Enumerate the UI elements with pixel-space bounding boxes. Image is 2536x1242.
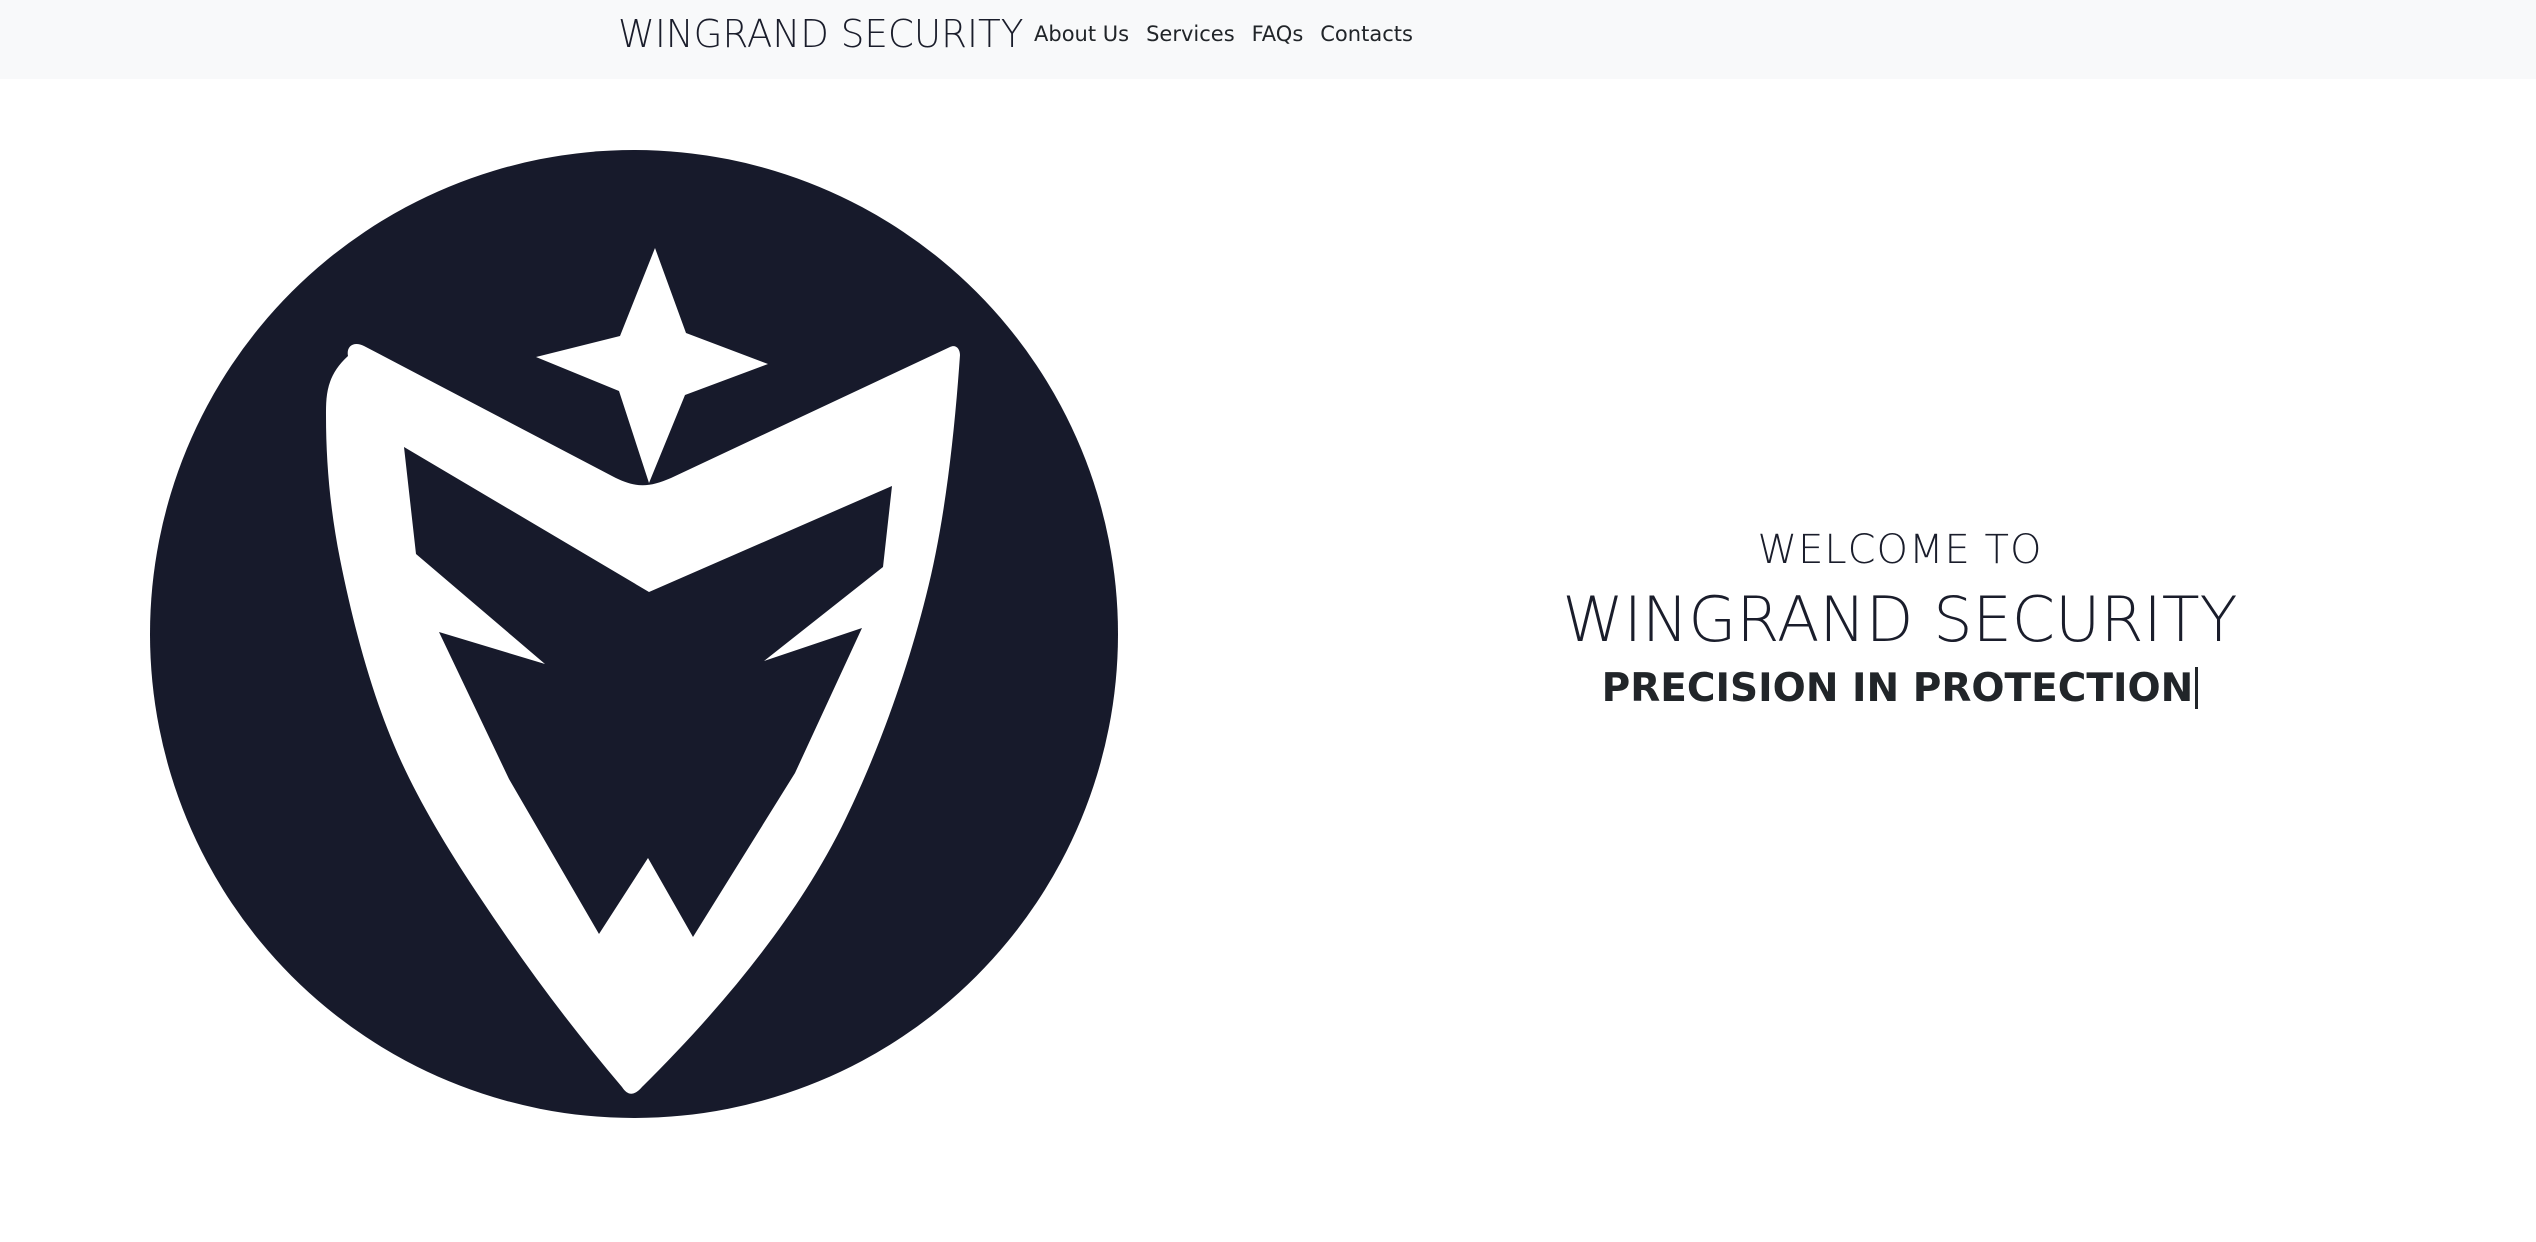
nav-links: About Us Services FAQs Contacts [1034, 22, 1430, 46]
nav-link-contacts[interactable]: Contacts [1320, 22, 1413, 46]
hero-tagline-line: PRECISION IN PROTECTION [1560, 660, 2240, 718]
nav-link-about-us[interactable]: About Us [1034, 22, 1129, 46]
shield-wing-star-logo-icon [150, 150, 1118, 1118]
navbar: WINGRAND SECURITY About Us Services FAQs… [0, 0, 2536, 79]
typing-caret [2195, 667, 2199, 709]
logo [150, 141, 1118, 1127]
brand-link[interactable]: WINGRAND SECURITY [618, 12, 1024, 56]
hero-title: WINGRAND SECURITY [1562, 583, 2238, 656]
nav-link-services[interactable]: Services [1146, 22, 1235, 46]
hero-welcome: WELCOME TO [1757, 527, 2043, 573]
hero-tagline: PRECISION IN PROTECTION [1601, 666, 2194, 711]
hero-section: WELCOME TO WINGRAND SECURITY PRECISION I… [1560, 520, 2240, 718]
nav-link-faqs[interactable]: FAQs [1252, 22, 1304, 46]
